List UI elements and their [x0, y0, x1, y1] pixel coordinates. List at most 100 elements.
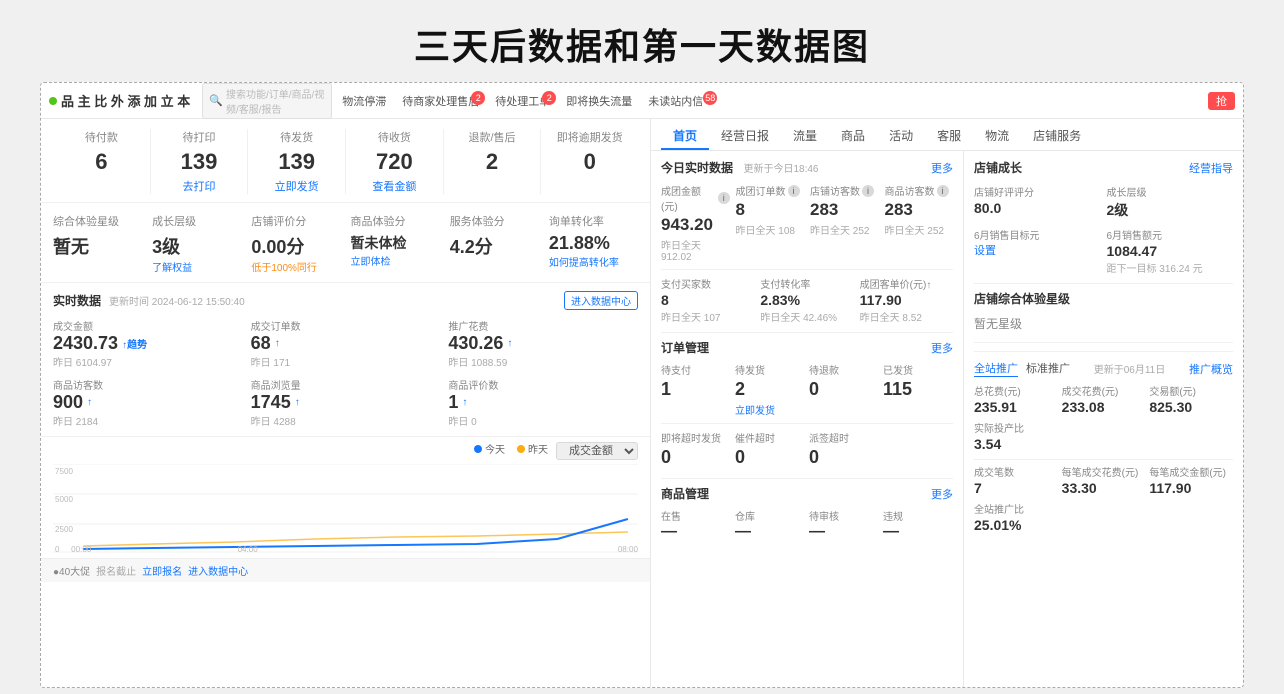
order-sign-timeout: 派签超时 0: [809, 430, 879, 470]
ad-grid-row1: 总花费(元) 235.91 成交花费(元) 233.08 交易额(元) 825.…: [974, 383, 1233, 453]
chart-area: 今天 昨天 成交金额: [41, 437, 650, 558]
tab-traffic[interactable]: 流量: [781, 119, 829, 150]
today-grid: 成团金额(元) i 943.20 昨日全天 912.02 成团订单数 i: [661, 183, 953, 263]
nav-shouhou[interactable]: 待商家处理售后 2: [396, 93, 485, 109]
ad-deal-count: 成交笔数 7: [974, 464, 1058, 497]
store-sales-target: 6月销售目标元 设置: [974, 227, 1101, 275]
tab-activities[interactable]: 活动: [877, 119, 925, 150]
order-urge-timeout: 催件超时 0: [735, 430, 805, 470]
ad-tab-standard[interactable]: 标准推广: [1026, 360, 1070, 377]
search-icon: 🔍: [209, 94, 223, 107]
exp-level: 成长层级 3级 了解权益: [152, 213, 241, 274]
today-amount: 成团金额(元) i 943.20 昨日全天 912.02: [661, 183, 730, 263]
svg-text:04:00: 04:00: [238, 545, 259, 554]
ad-tabs: 全站推广 标准推广: [974, 360, 1070, 377]
product-review: 待审核 —: [809, 508, 879, 541]
shouhou-badge: 2: [471, 91, 485, 105]
ad-per-deal-amount: 每笔成交金额(元) 117.90: [1149, 464, 1233, 497]
svg-text:7500: 7500: [55, 467, 73, 476]
left-panel: 待付款 6 待打印 139 去打印 待发货 139 立即发货 待收货 720: [41, 119, 651, 687]
chart-svg: 7500 5000 2500 0 00:00 04:00 08:00: [53, 464, 638, 554]
svg-text:5000: 5000: [55, 495, 73, 504]
stats-row: 待付款 6 待打印 139 去打印 待发货 139 立即发货 待收货 720: [41, 119, 650, 203]
metric-views: 商品浏览量 1745 ↑ 昨日 4288: [251, 377, 441, 428]
today-orders: 成团订单数 i 8 昨日全天 108: [736, 183, 805, 263]
ad-section: 全站推广 标准推广 更新于06月11日 推广概览 总花费(元) 235.91: [974, 351, 1233, 534]
ad-total-spend: 总花费(元) 235.91: [974, 383, 1058, 416]
legend-yesterday-dot: [517, 445, 525, 453]
stat-yuqi: 即将逾期发货 0: [541, 129, 638, 194]
support-grid: 支付买家数 8 昨日全天 107 支付转化率 2.83% 昨日全天 42.46%…: [661, 269, 953, 324]
product-warehouse: 仓库 —: [735, 508, 805, 541]
metric-ad-spend: 推广花费 430.26 ↑ 昨日 1088.59: [448, 318, 638, 369]
promo-btn[interactable]: 抢: [1208, 92, 1235, 110]
gongdan-badge: 2: [542, 91, 556, 105]
ad-tab-full[interactable]: 全站推广: [974, 360, 1018, 377]
ad-deal-spend: 成交花费(元) 233.08: [1062, 383, 1146, 416]
search-placeholder: 搜索功能/订单/商品/视频/客服/报告: [226, 86, 325, 116]
order-row2: 即将超时发货 0 催件超时 0 派签超时 0: [661, 423, 953, 470]
metric-reviews: 商品评价数 1 ↑ 昨日 0: [448, 377, 638, 428]
today-store-visitors: 店铺访客数 i 283 昨日全天 252: [810, 183, 879, 263]
legend-today-dot: [474, 445, 482, 453]
tab-logistics[interactable]: 物流: [973, 119, 1021, 150]
product-section: 商品管理 更多 在售 — 仓库 —: [661, 485, 953, 541]
svg-text:00:00: 00:00: [71, 545, 92, 554]
product-row: 在售 — 仓库 — 待审核 —: [661, 508, 953, 541]
content-area: 待付款 6 待打印 139 去打印 待发货 139 立即发货 待收货 720: [41, 119, 1243, 687]
search-bar[interactable]: 🔍 搜索功能/订单/商品/视频/客服/报告: [202, 83, 332, 119]
tab-store-service[interactable]: 店铺服务: [1021, 119, 1093, 150]
metric-orders: 成交订单数 68 ↑ 昨日 171: [251, 318, 441, 369]
legend-yesterday: 昨天: [517, 441, 548, 456]
right-panel: 首页 经营日报 流量 商品 活动 客服 物流 店铺服务 今日实时数据: [651, 119, 1243, 687]
title-area: 三天后数据和第一天数据图: [0, 0, 1284, 82]
top-nav: 品 主 比 外 添 加 立 本 🔍 搜索功能/订单/商品/视频/客服/报告 物流…: [41, 83, 1243, 119]
exp-service: 服务体验分 4.2分: [450, 213, 539, 274]
svg-text:0: 0: [55, 545, 60, 554]
store-guide-link[interactable]: 经营指导: [1189, 160, 1233, 176]
realtime-header: 实时数据 更新时间 2024-06-12 15:50:40 进入数据中心: [53, 291, 638, 310]
store-level: 成长层级 2级: [1107, 184, 1234, 221]
xiaxi-badge: 58: [703, 91, 717, 105]
nav-xiaxi[interactable]: 未读站内信 58: [642, 93, 709, 109]
ad-revenue: 交易额(元) 825.30: [1149, 383, 1233, 416]
nav-wuliu[interactable]: 物流停滞: [336, 93, 392, 109]
stat-tuikuan: 退款/售后 2: [444, 129, 542, 194]
order-pending-ship: 待发货 2 立即发货: [735, 362, 805, 417]
store-growth-header: 店铺成长 经营指导: [974, 159, 1233, 176]
tab-service[interactable]: 客服: [925, 119, 973, 150]
order-shipped: 已发货 115: [883, 362, 953, 417]
nav-gongdan[interactable]: 待处理工单 2: [489, 93, 556, 109]
dashboard: 品 主 比 外 添 加 立 本 🔍 搜索功能/订单/商品/视频/客服/报告 物流…: [40, 82, 1244, 688]
right-main: 今日实时数据 更新于今日18:46 更多 成团金额(元) i: [651, 151, 963, 687]
tab-daily[interactable]: 经营日报: [709, 119, 781, 150]
page-title: 三天后数据和第一天数据图: [0, 18, 1284, 70]
ad-per-deal-spend: 每笔成交花费(元) 33.30: [1062, 464, 1146, 497]
chart-selector[interactable]: 成交金额: [556, 442, 638, 460]
exp-comprehensive: 综合体验星级 暂无: [53, 213, 142, 274]
tab-home[interactable]: 首页: [661, 119, 709, 150]
support-avg-order: 成团客单价(元)↑ 117.90 昨日全天 8.52: [860, 276, 953, 324]
tab-products[interactable]: 商品: [829, 119, 877, 150]
support-conversion: 支付转化率 2.83% 昨日全天 42.46%: [760, 276, 853, 324]
nav-liuliang[interactable]: 即将换失流量: [560, 93, 638, 109]
exp-product: 商品体验分 暂未体检 立即体检: [351, 213, 440, 274]
order-grid: 待支付 1 待发货 2 立即发货 待退款 0: [661, 362, 953, 417]
order-section: 订单管理 更多 待支付 1 待发货 2 立即发货: [661, 339, 953, 470]
logo: 品 主 比 外 添 加 立 本: [61, 91, 190, 110]
today-product-visitors: 商品访客数 i 283 昨日全天 252: [885, 183, 954, 263]
svg-text:08:00: 08:00: [618, 545, 638, 554]
metrics-grid: 成交金额 2430.73 ↑趋势 昨日 6104.97 成交订单数 68 ↑: [53, 318, 638, 428]
stat-daifahuo: 待发货 139 立即发货: [248, 129, 346, 194]
metric-amount: 成交金额 2430.73 ↑趋势 昨日 6104.97: [53, 318, 243, 369]
realtime-section: 实时数据 更新时间 2024-06-12 15:50:40 进入数据中心 成交金…: [41, 283, 650, 437]
ad-roi: 实际投产比 3.54: [974, 420, 1058, 453]
tab-bar: 首页 经营日报 流量 商品 活动 客服 物流 店铺服务: [651, 119, 1243, 151]
product-on-sale: 在售 —: [661, 508, 731, 541]
store-sidebar: 店铺成长 经营指导 店铺好评评分 80.0 成长层级 2级 6: [963, 151, 1243, 687]
experience-row: 综合体验星级 暂无 成长层级 3级 了解权益 店铺评价分 0.00分 低于100…: [41, 203, 650, 283]
ad-grid-row2: 成交笔数 7 每笔成交花费(元) 33.30 每笔成交金额(元) 117.90: [974, 459, 1233, 534]
stat-daishohuo: 待收货 720 查看金额: [346, 129, 444, 194]
ad-header: 全站推广 标准推广 更新于06月11日 推广概览: [974, 360, 1233, 377]
enter-data-center-btn[interactable]: 进入数据中心: [564, 291, 638, 310]
